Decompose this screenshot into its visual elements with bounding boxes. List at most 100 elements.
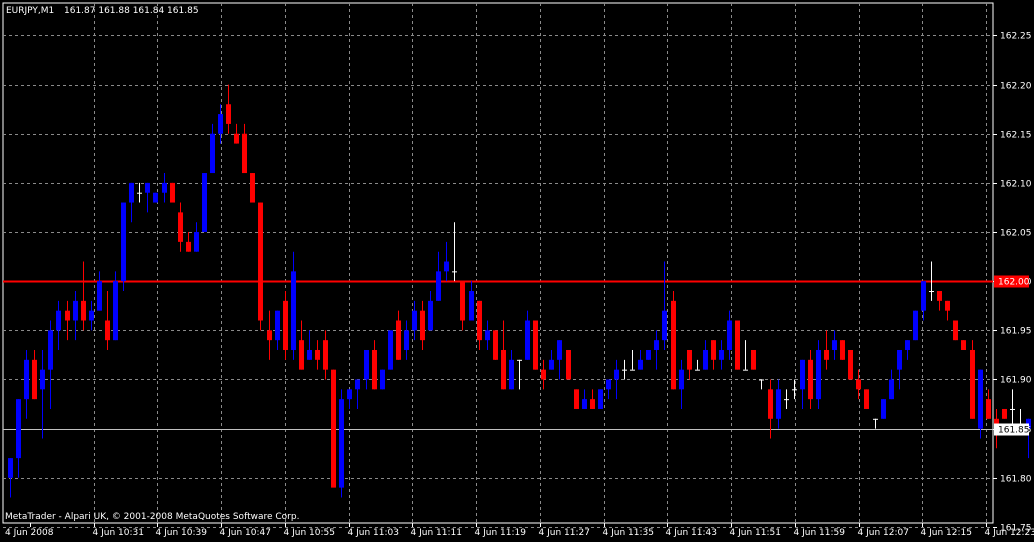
y-tick-label: 162.15 — [1000, 131, 1032, 141]
candle-body — [517, 359, 522, 361]
copyright-text: MetaTrader - Alpari UK, © 2001-2008 Meta… — [5, 512, 299, 522]
candle-body — [824, 349, 829, 360]
candle-body — [848, 349, 853, 380]
candle-body — [339, 399, 344, 488]
x-tick-label: 4 Jun 12:15 — [921, 528, 972, 538]
x-tick-label: 4 Jun 10:47 — [220, 528, 271, 538]
candle-body — [145, 182, 150, 193]
candle-body — [986, 399, 991, 419]
candle-body — [16, 399, 21, 459]
candle-body — [250, 173, 255, 203]
candle-body — [711, 340, 716, 360]
candle[interactable] — [751, 349, 756, 370]
candle[interactable] — [380, 369, 385, 390]
candle[interactable] — [671, 291, 676, 390]
candle[interactable] — [113, 271, 118, 341]
candle-body — [1002, 408, 1007, 419]
candle-body — [598, 389, 603, 409]
candle-body — [978, 369, 983, 429]
x-tick-label: 4 Jun 11:03 — [348, 528, 399, 538]
candle-body — [961, 340, 966, 350]
candle-body — [153, 192, 158, 203]
candle-body — [557, 340, 562, 360]
candle-body — [840, 340, 845, 360]
candle-body — [808, 359, 813, 400]
candle[interactable] — [566, 349, 571, 380]
candle[interactable] — [493, 330, 498, 360]
candlestick-chart[interactable]: 162.25 162.20 162.15 162.10 162.05 162.00 161.… — [0, 0, 1034, 542]
candle[interactable] — [202, 173, 207, 233]
candle-body — [1010, 408, 1015, 410]
candle[interactable] — [913, 310, 918, 341]
x-tick-label: 4 Jun 11:35 — [603, 528, 654, 538]
candle-body — [97, 281, 102, 311]
candle[interactable] — [953, 320, 958, 341]
candle-body — [24, 359, 29, 400]
candle[interactable] — [250, 173, 255, 203]
candle-body — [671, 300, 676, 390]
candle-body — [307, 349, 312, 360]
candle-body — [81, 300, 86, 321]
candle[interactable] — [121, 202, 126, 292]
candle-body — [178, 212, 183, 242]
candle-body — [590, 399, 595, 409]
candle-body — [816, 349, 821, 400]
candle[interactable] — [848, 349, 853, 380]
candle-body — [137, 192, 142, 194]
candle[interactable] — [970, 340, 975, 419]
candle-body — [396, 320, 401, 360]
candle-body — [162, 182, 167, 193]
candle[interactable] — [816, 340, 821, 409]
candle-body — [170, 182, 175, 203]
candle[interactable] — [864, 389, 869, 409]
candle-body — [735, 320, 740, 370]
candle-body — [331, 369, 336, 488]
x-tick-label: 4 Jun 11:27 — [539, 528, 590, 538]
candle-body — [242, 133, 247, 174]
candle-body — [493, 330, 498, 360]
candle-body — [881, 399, 886, 419]
candle-body — [743, 369, 748, 371]
candle[interactable] — [331, 369, 336, 488]
candle-body — [921, 281, 926, 311]
candle[interactable] — [961, 340, 966, 350]
candle-body — [897, 349, 902, 370]
candle-body — [460, 281, 465, 321]
candle-body — [913, 310, 918, 341]
candle[interactable] — [339, 389, 344, 498]
x-tick-label: 4 Jun 10:31 — [93, 528, 144, 538]
y-tick-label: 161.95 — [1000, 327, 1032, 337]
candle-body — [792, 389, 797, 391]
candle[interactable] — [153, 192, 158, 203]
candle-body — [638, 359, 643, 370]
candle-body — [202, 173, 207, 233]
candle-body — [549, 359, 554, 370]
candle[interactable] — [533, 320, 538, 370]
candle[interactable] — [388, 330, 393, 370]
candle-body — [687, 349, 692, 370]
candle[interactable] — [646, 349, 651, 360]
candle-body — [364, 349, 369, 380]
candle[interactable] — [258, 202, 263, 331]
candle-body — [347, 389, 352, 400]
x-tick-label: 4 Jun 12:07 — [858, 528, 909, 538]
chart-window[interactable]: 162.25 162.20 162.15 162.10 162.05 162.00 161.… — [0, 0, 1034, 542]
y-tick-label: 162.10 — [1000, 180, 1032, 190]
candle-body — [299, 340, 304, 370]
candle[interactable] — [598, 389, 603, 409]
candle[interactable] — [574, 389, 579, 409]
candle-body — [864, 389, 869, 409]
candle[interactable] — [978, 369, 983, 439]
candle[interactable] — [840, 340, 845, 360]
candle-body — [258, 202, 263, 321]
candle[interactable] — [1002, 408, 1007, 419]
candle-body — [630, 369, 635, 371]
candle-body — [210, 133, 215, 174]
candle-body — [73, 300, 78, 321]
candle[interactable] — [735, 320, 740, 370]
candle-body — [889, 379, 894, 400]
candle[interactable] — [283, 291, 288, 360]
candle[interactable] — [881, 399, 886, 419]
candle-body — [412, 310, 417, 331]
candle[interactable] — [170, 182, 175, 203]
